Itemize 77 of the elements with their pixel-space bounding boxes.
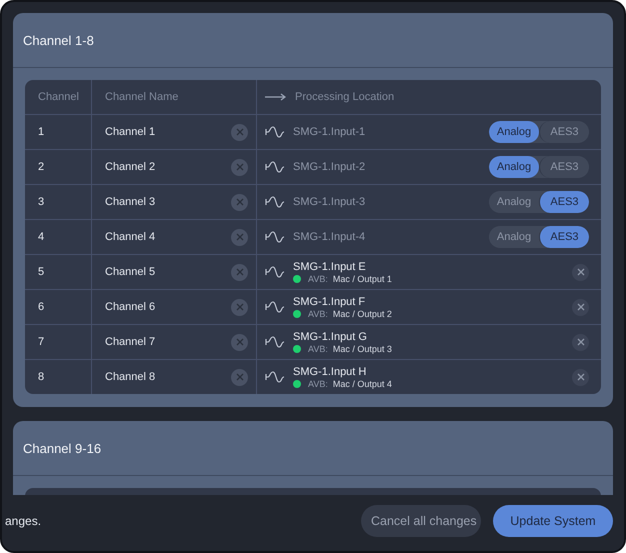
waveform-icon [265, 266, 285, 278]
processing-location: SMG-1.Input F [293, 296, 366, 308]
channel-name[interactable]: Channel 5 [105, 266, 156, 278]
channel-name[interactable]: Channel 1 [105, 126, 156, 138]
close-icon [236, 163, 244, 171]
channel-number: 5 [38, 266, 44, 278]
section-title: Channel 1-8 [23, 32, 94, 48]
clear-button[interactable] [572, 334, 589, 350]
processing-location: SMG-1.Input G [293, 330, 368, 342]
waveform-icon [265, 196, 285, 208]
channel-number: 8 [38, 371, 44, 383]
footer-message: anges. [5, 514, 42, 528]
clear-button[interactable] [572, 298, 589, 316]
source-toggle-option[interactable]: AES3 [539, 191, 589, 213]
waveform-icon [265, 231, 285, 243]
close-icon [576, 373, 584, 381]
close-icon [236, 268, 244, 276]
channel-number: 3 [38, 196, 44, 208]
arrow-icon [265, 93, 287, 101]
waveform-icon [265, 371, 285, 383]
clear-button[interactable] [231, 368, 248, 386]
channel-number: 2 [38, 161, 44, 173]
channel-name[interactable]: Channel 4 [105, 231, 156, 243]
clear-button[interactable] [231, 124, 248, 140]
section-title: Channel 9-16 [23, 440, 102, 456]
waveform-icon [265, 126, 285, 138]
update-button[interactable]: Update System [493, 505, 613, 537]
clear-button[interactable] [572, 368, 589, 386]
close-icon [236, 373, 244, 381]
close-icon [236, 128, 244, 136]
source-value: Mac / Output 3 [332, 344, 392, 354]
processing-location: SMG-1.Input H [293, 366, 368, 378]
close-icon [576, 338, 584, 346]
waveform-icon [265, 161, 285, 173]
close-icon [236, 338, 244, 346]
source-label: AVB: [308, 274, 328, 284]
clear-button[interactable] [231, 298, 248, 316]
processing-location: SMG-1.Input E [293, 260, 367, 272]
waveform-icon [265, 301, 285, 313]
processing-location: SMG-1.Input-3 [293, 196, 366, 208]
channel-number: 1 [38, 126, 44, 138]
clear-button[interactable] [231, 334, 248, 350]
waveform-icon [265, 336, 285, 348]
close-icon [236, 303, 244, 311]
source-label: AVB: [308, 378, 328, 388]
source-value: Mac / Output 2 [332, 308, 392, 318]
channel-name[interactable]: Channel 7 [105, 336, 156, 348]
clear-button[interactable] [572, 264, 589, 280]
close-icon [576, 303, 584, 311]
close-icon [236, 233, 244, 241]
column-header: Channel [38, 91, 79, 103]
source-value: Mac / Output 4 [332, 378, 392, 388]
clear-button[interactable] [231, 228, 248, 246]
cancel-button[interactable]: Cancel all changes [361, 505, 481, 537]
channel-number: 4 [38, 231, 44, 243]
column-header: Channel Name [105, 91, 178, 103]
channel-number: 6 [38, 301, 44, 313]
processing-location: SMG-1.Input-1 [293, 126, 366, 138]
channel-name[interactable]: Channel 8 [105, 371, 156, 383]
source-label: AVB: [308, 308, 328, 318]
source-toggle-option[interactable]: Analog [489, 121, 539, 143]
close-icon [236, 198, 244, 206]
channel-number: 7 [38, 336, 44, 348]
close-icon [576, 268, 584, 276]
clear-button[interactable] [231, 194, 248, 210]
clear-button[interactable] [231, 264, 248, 280]
processing-location: SMG-1.Input-4 [293, 231, 366, 243]
source-toggle-option[interactable]: AES3 [539, 226, 589, 248]
source-value: Mac / Output 1 [332, 274, 392, 284]
channel-name[interactable]: Channel 3 [105, 196, 156, 208]
channel-name[interactable]: Channel 2 [105, 161, 156, 173]
column-header: Processing Location [295, 91, 394, 103]
processing-location: SMG-1.Input-2 [293, 161, 366, 173]
clear-button[interactable] [231, 158, 248, 176]
source-label: AVB: [308, 344, 328, 354]
channel-name[interactable]: Channel 6 [105, 301, 156, 313]
source-toggle-option[interactable]: Analog [489, 156, 539, 178]
